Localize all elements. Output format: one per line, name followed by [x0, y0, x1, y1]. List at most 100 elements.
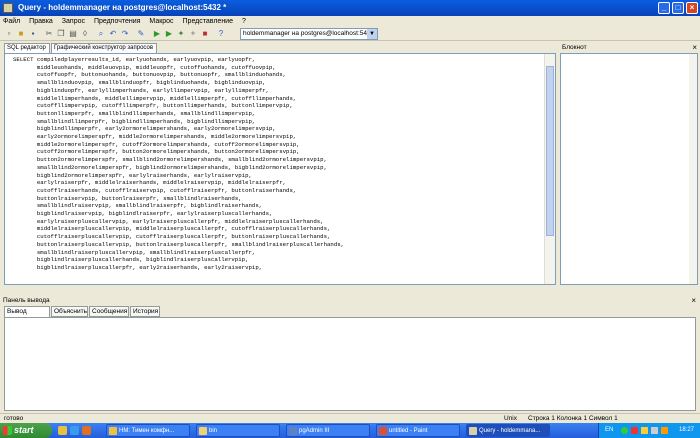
close-button[interactable]: × [686, 2, 698, 14]
menu-file[interactable]: Файл [3, 18, 20, 25]
task-query-label: Query - holdemmana... [479, 428, 541, 434]
execute-to-file-icon[interactable]: ▶ [164, 29, 174, 39]
code-line: bigblind2ormorelimperspfr, earlylraiserh… [13, 171, 252, 179]
code-line: earlylraiserpfr, middlelraiserhands, mid… [13, 179, 287, 187]
clear-icon[interactable]: ◊ [80, 29, 90, 39]
task-hm-label: НМ: Тимен комфн... [119, 428, 175, 434]
undo-icon[interactable]: ↶ [108, 29, 118, 39]
code-line: smallblind2ormorelimperspfr, bigblind2or… [13, 163, 328, 171]
code-line: bigblinduopfr, earlyllimperhands, earlyl… [13, 86, 269, 94]
menu-macros[interactable]: Макрос [149, 18, 173, 25]
explain-icon[interactable]: ✦ [176, 29, 186, 39]
clock: 18:27 [678, 427, 694, 433]
menu-bar: Файл Правка Запрос Предпочтения Макрос П… [0, 16, 700, 27]
taskbar: start НМ: Тимен комфн... bin pgAdmin III… [0, 423, 700, 438]
task-query[interactable]: Query - holdemmana... [466, 424, 550, 437]
chevron-down-icon[interactable]: ▼ [367, 29, 377, 39]
save-icon[interactable]: ▪ [28, 29, 38, 39]
code-line: smallblindllimperpfr, bigblindllimperhan… [13, 117, 256, 125]
tab-data-output[interactable]: Вывод данных [4, 306, 50, 325]
code-line: button2ormorelimperspfr, smallblind2ormo… [13, 156, 328, 164]
code-line: buttonlraiserpluscallervpip, buttonlrais… [13, 240, 345, 248]
minimize-button[interactable]: _ [658, 2, 670, 14]
menu-query[interactable]: Запрос [62, 18, 85, 25]
task-hm[interactable]: НМ: Тимен комфн... [106, 424, 190, 437]
app-icon [3, 3, 13, 13]
title-bar: Query - holdemmanager на postgres@localh… [0, 0, 700, 16]
code-line: middleuohands, middleuovpip, middleuopfr… [13, 63, 276, 71]
sql-editor[interactable]: SELECT compiledplayerresults_id, earlyuo… [4, 53, 556, 285]
replace-icon[interactable]: ✎ [136, 29, 146, 39]
code-line: cutoff2ormorelimperspfr, button2ormoreli… [13, 148, 300, 156]
code-line: earlylraiserpluscallervpip, earlylraiser… [13, 217, 324, 225]
quicklaunch-explorer-icon[interactable] [58, 426, 67, 435]
tray-volume-icon[interactable] [651, 427, 658, 434]
task-bin[interactable]: bin [196, 424, 280, 437]
code-line: cutoffllimpervpip, cutoffllimperpfr, but… [13, 102, 293, 110]
tab-explain[interactable]: Объяснить [51, 306, 88, 317]
task-paint[interactable]: untitled - Paint [376, 424, 460, 437]
copy-icon[interactable]: ❐ [56, 29, 66, 39]
maximize-button[interactable]: □ [672, 2, 684, 14]
quicklaunch-firefox-icon[interactable] [82, 426, 91, 435]
tab-graphic-builder[interactable]: Графический конструктор запросов [51, 43, 157, 53]
pgadmin-icon [289, 427, 297, 435]
code-line: middle2ormorelimperspfr, cutoff2ormoreli… [13, 140, 300, 148]
output-pane-title: Панель вывода [0, 296, 700, 306]
scrollbar-thumb[interactable] [546, 66, 554, 236]
windows-logo-icon [3, 426, 12, 435]
connection-select[interactable]: holdemmanager на postgres@localhost:5432… [240, 28, 378, 40]
paint-icon [379, 427, 387, 435]
language-indicator[interactable]: EN [605, 423, 613, 438]
code-line: bigblindlraiserpluscallerpfr, early2rais… [13, 263, 263, 271]
cancel-query-icon[interactable]: ■ [200, 29, 210, 39]
help-icon[interactable]: ? [216, 29, 226, 39]
query-icon [469, 427, 477, 435]
output-panel[interactable] [4, 317, 696, 411]
code-line: early2ormorelimperspfr, middle2ormorelim… [13, 133, 297, 141]
sql-code: SELECT compiledplayerresults_id, earlyuo… [5, 54, 555, 272]
tab-messages[interactable]: Сообщения [89, 306, 129, 317]
editor-scrollbar[interactable] [544, 54, 555, 284]
start-label: start [14, 425, 34, 435]
code-line: smallblindlraiserpluscallervpip, smallbl… [13, 248, 256, 256]
code-line: cutofflraiserhands, cutofflraiservpip, c… [13, 186, 297, 194]
system-tray: EN 18:27 [598, 423, 700, 438]
notepad-scrollbar[interactable] [689, 54, 697, 284]
new-file-icon[interactable]: ▫ [4, 29, 14, 39]
start-button[interactable]: start [0, 423, 52, 438]
tray-app-icon[interactable] [641, 427, 648, 434]
notepad-title: Блокнот [562, 44, 587, 51]
task-pgadmin[interactable]: pgAdmin III [286, 424, 370, 437]
redo-icon[interactable]: ↷ [120, 29, 130, 39]
code-line: buttonllimperpfr, smallblindllimperhands… [13, 109, 256, 117]
quicklaunch-ie-icon[interactable] [70, 426, 79, 435]
cut-icon[interactable]: ✂ [44, 29, 54, 39]
code-line: cutoffuopfr, buttonuohands, buttonuovpip… [13, 71, 287, 79]
find-icon[interactable]: ⌕ [96, 29, 106, 39]
task-pgadmin-label: pgAdmin III [299, 428, 330, 434]
notepad-area[interactable] [560, 53, 698, 285]
explain-analyze-icon[interactable]: ✦ [188, 29, 198, 39]
tray-network-icon[interactable] [621, 427, 628, 434]
menu-view[interactable]: Представление [183, 18, 233, 25]
menu-help[interactable]: ? [242, 18, 246, 25]
hm-icon [109, 427, 117, 435]
tray-antivirus-icon[interactable] [631, 427, 638, 434]
code-line: bigblindlraiserpluscallerhands, bigblind… [13, 256, 249, 264]
tray-update-icon[interactable] [661, 427, 668, 434]
execute-icon[interactable]: ▶ [152, 29, 162, 39]
connection-value: holdemmanager на postgres@localhost:5432 [243, 30, 375, 37]
paste-icon[interactable]: ▤ [68, 29, 78, 39]
tab-sql-editor[interactable]: SQL редактор [4, 43, 50, 53]
output-close-icon[interactable]: × [691, 297, 696, 305]
menu-edit[interactable]: Правка [29, 18, 53, 25]
code-line: cutofflraiserpluscallervpip, cutofflrais… [13, 233, 331, 241]
notepad-close-icon[interactable]: × [692, 44, 697, 52]
open-folder-icon[interactable]: ■ [16, 29, 26, 39]
task-bin-label: bin [209, 428, 218, 434]
code-line: middlellimperhands, middlellimpervpip, m… [13, 94, 297, 102]
tab-history[interactable]: История [130, 306, 160, 317]
task-paint-label: untitled - Paint [389, 428, 428, 434]
menu-preferences[interactable]: Предпочтения [94, 18, 141, 25]
